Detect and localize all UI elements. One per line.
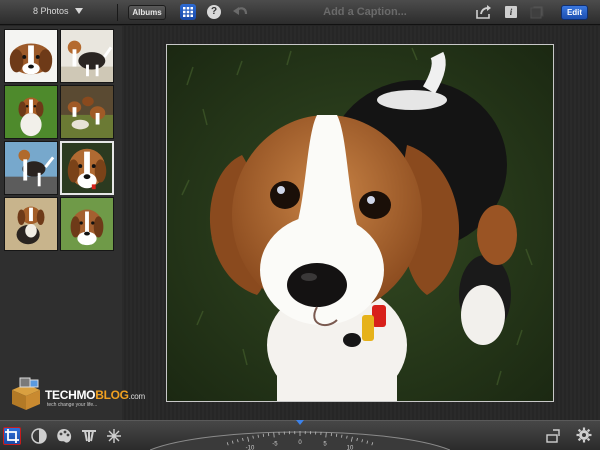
crop-icon bbox=[5, 429, 19, 443]
dial-tick bbox=[341, 434, 343, 438]
box-logo-icon bbox=[12, 377, 40, 410]
grid-icon bbox=[183, 7, 193, 17]
thumb-3[interactable] bbox=[4, 85, 58, 139]
dial-tick bbox=[257, 434, 259, 438]
straighten-icon bbox=[546, 429, 560, 443]
dial-tick bbox=[273, 432, 275, 438]
beagle-photo-thumbnail bbox=[5, 30, 57, 82]
exposure-tool-button[interactable] bbox=[30, 427, 48, 445]
watermark-text: TECHMOBLOG.com bbox=[45, 388, 145, 402]
beagle-photo-thumbnail bbox=[5, 142, 57, 194]
thumb-5[interactable] bbox=[4, 141, 58, 195]
watermark-blog: BLOG bbox=[95, 388, 129, 402]
info-button[interactable]: i bbox=[505, 6, 517, 18]
undo-button[interactable] bbox=[233, 5, 249, 24]
beagle-photo-thumbnail bbox=[5, 86, 57, 138]
thumb-1[interactable] bbox=[4, 29, 58, 83]
main-photo[interactable] bbox=[166, 44, 554, 402]
gear-icon bbox=[576, 427, 592, 443]
beagle-photo-thumbnail bbox=[61, 142, 113, 194]
effects-tool-button[interactable] bbox=[105, 427, 123, 445]
share-icon bbox=[476, 5, 491, 19]
effects-icon bbox=[107, 429, 121, 443]
dial-pointer-icon bbox=[296, 420, 304, 425]
edit-button[interactable]: Edit bbox=[561, 5, 588, 20]
share-button[interactable] bbox=[476, 5, 492, 24]
albums-button[interactable]: Albums bbox=[128, 5, 166, 20]
brushes-tool-button[interactable] bbox=[80, 427, 98, 445]
palette-icon bbox=[57, 429, 72, 443]
watermark-dotcom: .com bbox=[128, 392, 145, 401]
beagle-photo bbox=[167, 45, 553, 401]
compare-button[interactable] bbox=[530, 5, 544, 24]
toolbar-divider bbox=[117, 4, 118, 21]
thumb-8[interactable] bbox=[60, 197, 114, 251]
rotation-dial-scale: -10-5 0 510 bbox=[150, 420, 450, 450]
rotation-dial[interactable]: -10 -5 0 5 10 bbox=[150, 420, 450, 450]
color-tool-button[interactable] bbox=[55, 427, 73, 445]
caption-input[interactable] bbox=[270, 3, 460, 21]
brush-icon bbox=[82, 430, 96, 442]
settings-button[interactable] bbox=[576, 427, 594, 445]
watermark-tagline: tech change your life... bbox=[47, 402, 98, 408]
thumb-2[interactable] bbox=[60, 29, 114, 83]
exposure-icon bbox=[31, 428, 47, 444]
thumb-4[interactable] bbox=[60, 85, 114, 139]
photos-dropdown-arrow-icon[interactable] bbox=[75, 8, 83, 14]
thumb-7[interactable] bbox=[4, 197, 58, 251]
crop-tool-button[interactable] bbox=[3, 427, 21, 445]
grid-view-button[interactable] bbox=[180, 4, 196, 20]
dial-label: -10 bbox=[246, 446, 255, 450]
dial-label: 10 bbox=[347, 446, 354, 450]
help-button[interactable]: ? bbox=[207, 5, 221, 19]
beagle-photo-thumbnail bbox=[61, 86, 113, 138]
photos-count-label[interactable]: 8 Photos bbox=[33, 6, 69, 16]
thumb-6[interactable] bbox=[60, 141, 114, 195]
watermark-techmo: TECHMO bbox=[45, 388, 96, 402]
compare-icon bbox=[530, 5, 544, 19]
beagle-photo-thumbnail bbox=[61, 30, 113, 82]
beagle-photo-thumbnail bbox=[5, 198, 57, 250]
techmoblog-logo bbox=[8, 376, 44, 417]
dial-tick bbox=[325, 432, 327, 438]
dial-label: -5 bbox=[272, 441, 278, 447]
top-toolbar: 8 Photos Albums ? i bbox=[0, 0, 600, 25]
beagle-photo-thumbnail bbox=[61, 198, 113, 250]
thumbnail-sidebar bbox=[0, 26, 122, 420]
undo-icon bbox=[233, 7, 248, 15]
straighten-tool-button[interactable] bbox=[544, 427, 562, 445]
